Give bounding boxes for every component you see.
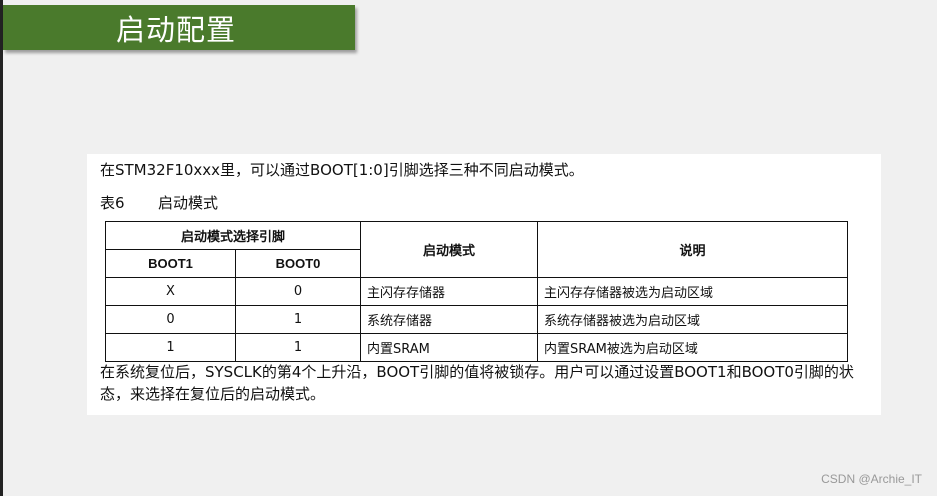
title-banner: 启动配置 [3,5,355,50]
watermark: CSDN @Archie_IT [821,472,922,486]
cell-mode: 内置SRAM [360,333,538,362]
header-boot0: BOOT0 [235,249,361,278]
header-boot1: BOOT1 [105,249,236,278]
cell-boot1: 0 [105,305,236,334]
cell-mode: 主闪存存储器 [360,277,538,306]
table-name: 启动模式 [158,194,219,212]
cell-description: 系统存储器被选为启动区域 [537,305,848,334]
header-pin-group: 启动模式选择引脚 [105,221,361,250]
cell-boot0: 0 [235,277,361,306]
slide-title: 启动配置 [116,12,237,47]
header-mode: 启动模式 [360,221,538,278]
cell-description: 主闪存存储器被选为启动区域 [537,277,848,306]
table-caption: 表6 启动模式 [100,192,218,213]
document-excerpt: 在STM32F10xxx里，可以通过BOOT[1:0]引脚选择三种不同启动模式。… [87,154,881,415]
table-row: 1 1 内置SRAM 内置SRAM被选为启动区域 [105,333,848,362]
cell-boot0: 1 [235,305,361,334]
cell-boot1: 1 [105,333,236,362]
boot-mode-table: 启动模式选择引脚 启动模式 说明 BOOT1 BOOT0 X 0 主闪存存储器 … [105,221,848,362]
cell-description: 内置SRAM被选为启动区域 [537,333,848,362]
footer-paragraph: 在系统复位后，SYSCLK的第4个上升沿，BOOT引脚的值将被锁存。用户可以通过… [100,363,854,403]
table-number: 表6 [100,194,125,212]
table-header-row: 启动模式选择引脚 启动模式 说明 [105,221,848,278]
table-row: 0 1 系统存储器 系统存储器被选为启动区域 [105,305,848,334]
header-description: 说明 [537,221,848,278]
cell-mode: 系统存储器 [360,305,538,334]
cell-boot0: 1 [235,333,361,362]
cell-boot1: X [105,277,236,306]
table-row: X 0 主闪存存储器 主闪存存储器被选为启动区域 [105,277,848,306]
slide-left-edge [0,0,3,496]
intro-paragraph: 在STM32F10xxx里，可以通过BOOT[1:0]引脚选择三种不同启动模式。 [100,161,584,179]
